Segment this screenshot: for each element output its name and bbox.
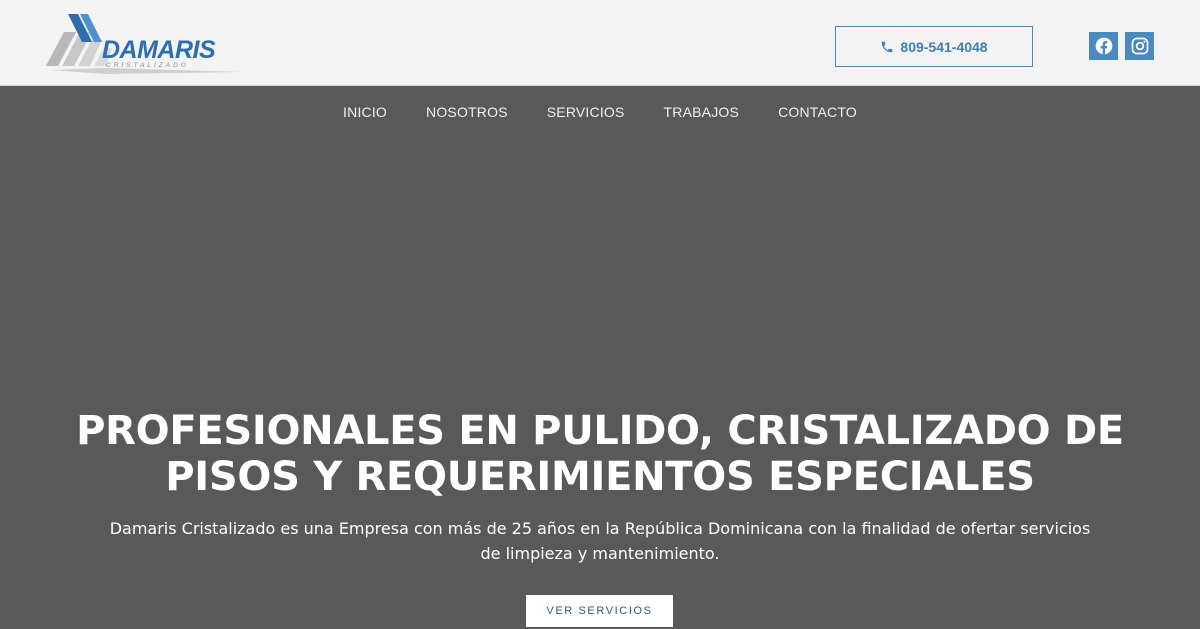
- nav-item-contacto[interactable]: CONTACTO: [778, 104, 857, 120]
- ver-servicios-button[interactable]: VER SERVICIOS: [526, 595, 673, 627]
- main-nav: INICIO NOSOTROS SERVICIOS TRABAJOS CONTA…: [0, 104, 1200, 120]
- logo-sub-text: CRISTALIZADO: [106, 62, 189, 69]
- nav-item-inicio[interactable]: INICIO: [343, 104, 387, 120]
- hero-title-line-2: PISOS Y REQUERIMIENTOS ESPECIALES: [165, 454, 1035, 500]
- nav-item-nosotros[interactable]: NOSOTROS: [426, 104, 508, 120]
- phone-icon: [882, 41, 893, 52]
- nav-item-servicios[interactable]: SERVICIOS: [547, 104, 625, 120]
- hero-title: PROFESIONALES EN PULIDO, CRISTALIZADO DE…: [20, 408, 1180, 500]
- site-logo[interactable]: DAMARIS CRISTALIZADO: [46, 12, 242, 76]
- site-header: DAMARIS CRISTALIZADO 809-541-4048: [0, 0, 1200, 86]
- facebook-button[interactable]: [1089, 32, 1118, 60]
- facebook-icon: [1095, 37, 1112, 55]
- phone-number: 809-541-4048: [900, 38, 988, 55]
- instagram-icon: [1131, 37, 1148, 55]
- logo-brand-text: DAMARIS: [102, 36, 216, 64]
- hero-description-line-1: Damaris Cristalizado es una Empresa con …: [109, 519, 1091, 538]
- hero-description-line-2: de limpieza y mantenimiento.: [480, 544, 720, 563]
- phone-button[interactable]: 809-541-4048: [835, 26, 1033, 67]
- hero-description: Damaris Cristalizado es una Empresa con …: [40, 516, 1160, 566]
- instagram-button[interactable]: [1125, 32, 1154, 60]
- nav-item-trabajos[interactable]: TRABAJOS: [664, 104, 740, 120]
- hero-title-line-1: PROFESIONALES EN PULIDO, CRISTALIZADO DE: [76, 408, 1124, 454]
- cta-label: VER SERVICIOS: [546, 605, 653, 617]
- logo-graphic: DAMARIS CRISTALIZADO: [46, 14, 242, 74]
